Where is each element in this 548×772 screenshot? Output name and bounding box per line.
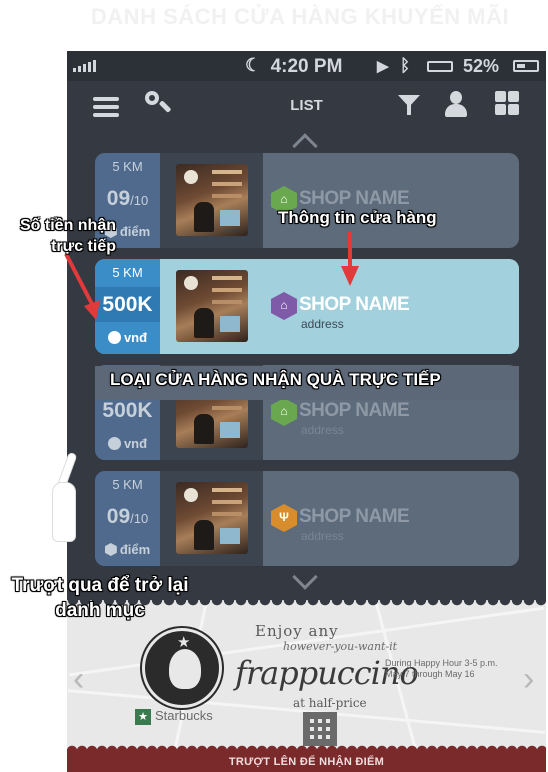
chevron-left-icon[interactable]: ‹ [73,660,84,699]
store-info: ⌂ SHOP NAME address [263,259,519,354]
user-icon[interactable] [444,91,468,119]
store-reward-unit: điểm [95,534,160,566]
money-icon [107,331,121,344]
store-reward: 5 KM 09/10 điểm [95,471,160,566]
store-name: SHOP NAME [299,294,410,315]
store-card-selected[interactable]: 5 KM 500K vnđ ⌂ SHOP NAME address [95,259,519,354]
battery-percent: 52% [463,56,500,76]
store-photo [160,259,263,354]
store-card[interactable]: 5 KM 09/10 điểm Ψ SHOP NAME address [95,471,519,566]
store-reward-unit: vnđ [95,322,160,354]
qr-code-icon [303,712,337,746]
bluetooth-icon: ᛒ [400,56,411,75]
store-distance: 5 KM [112,159,143,174]
status-bar: ☾ 4:20 PM ▶ ᛒ 52% [67,51,546,81]
arrow-icon [341,232,359,286]
annotation-swipe-back: Trượt qua để trở lại danh mục [11,575,189,621]
filter-icon[interactable] [398,95,420,115]
promo-however: however-you-want-it [283,640,398,653]
annotation-shop-info: Thông tin cửa hàng [278,208,437,227]
store-name: SHOP NAME [299,400,410,421]
nav-title: LIST [290,97,323,114]
device-battery-icon [427,61,453,72]
promo-enjoy: Enjoy any [255,622,339,640]
chevron-right-icon[interactable]: › [523,660,534,699]
store-address: address [301,423,344,437]
store-card[interactable]: 5 KM 09/10 điểm ⌂ SHOP NAME [95,153,519,248]
annotation-store-type: LOẠI CỬA HÀNG NHẬN QUÀ TRỰC TIẾP [110,370,441,389]
nav-bar: LIST [67,81,546,131]
store-info: ⌂ SHOP NAME [263,153,519,248]
store-reward-value: 09/10 [106,187,149,210]
store-photo [160,471,263,566]
play-icon: ▶ [377,58,389,75]
brand-label: ★ Starbucks [135,708,213,725]
page-title: DANH SÁCH CỬA HÀNG KHUYẾN MÃI [90,4,510,29]
annotation-money: Số tiền nhận trực tiếp [20,217,116,255]
money-icon [107,437,121,450]
swipe-hand-icon [48,451,78,544]
starbucks-logo [142,628,222,708]
store-address: address [301,317,344,331]
promo-during: During Happy Hour 3-5 p.m. May 7 through… [385,658,498,679]
store-reward-value: 09/10 [106,505,149,528]
store-address: address [301,529,344,543]
hanger-icon: ⌂ [271,292,297,320]
store-info: Ψ SHOP NAME address [263,471,519,566]
store-icon: ⌂ [271,398,297,426]
scroll-down-chevron-icon[interactable] [292,564,318,590]
grid-icon[interactable] [495,91,519,115]
promo-half-price: at half-price [293,696,367,710]
store-reward-unit: vnđ [95,428,160,460]
battery-icon [513,60,539,72]
arrow-icon [64,253,100,320]
phone-screen: ☾ 4:20 PM ▶ ᛒ 52% LIST 5 KM 09/10 điểm ⌂… [67,51,546,772]
points-icon [104,543,117,556]
restaurant-icon: Ψ [271,504,297,532]
swipe-up-bar[interactable]: TRƯỢT LÊN ĐỂ NHẬN ĐIỂM [67,744,546,772]
store-name: SHOP NAME [299,506,410,527]
store-photo [160,153,263,248]
star-icon: ★ [135,709,151,725]
store-distance: 5 KM [112,477,143,492]
store-name: SHOP NAME [299,188,410,209]
promo-banner[interactable]: ‹ › ★Starbucks Enjoy any however-you-wan… [67,600,546,772]
